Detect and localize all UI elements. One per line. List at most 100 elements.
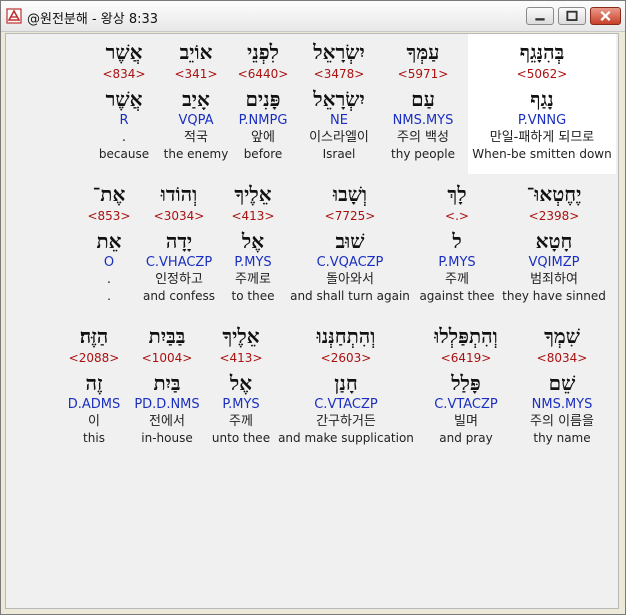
english-gloss: and confess [142,289,216,303]
hebrew-word: וְשָׁבוּ [332,182,368,206]
english-gloss: Israel [322,147,356,161]
hebrew-word: אֵלֶיךָ [222,324,260,348]
english-gloss: in-house [141,431,193,445]
korean-gloss: 앞에 [251,130,275,145]
hebrew-word: אֵלֶיךָ [234,182,272,206]
word-block[interactable]: עַמְּךָ <5971> עַם NMS.MYS 주의 백성 thy peo… [386,38,460,162]
minimize-button[interactable] [526,7,554,25]
morphology-code: C.VQACZP [316,255,384,270]
word-block[interactable]: אֲשֶׁר <834> אֲשֶׁר R . because [94,38,154,162]
korean-gloss: 전에서 [149,414,185,429]
lexical-form: אֶל [229,371,253,395]
word-block[interactable]: אוֹיֵב <341> אָיַב VQPA 적국 the enemy [158,38,234,162]
morphology-code: R [119,113,129,128]
english-gloss: thy name [533,431,591,445]
morphology-code: NMS.MYS [531,397,593,412]
lexical-form: שׁוּב [335,229,365,253]
hebrew-word: אֶת־ [92,182,126,206]
word-block[interactable]: שִׁמְךָ <8034> שֵׁם NMS.MYS 주의 이름을 thy n… [518,322,606,446]
morphology-code: VQPA [178,113,214,128]
english-gloss: and shall turn again [290,289,410,303]
verse-row-3: הַזֶּה׃ <2088> זֶה D.ADMS 이 this בַּבַּי… [6,322,616,462]
strong-number: <413> [231,209,275,223]
strong-number: <6419> [440,351,492,365]
lexical-form: פָּלַל [451,371,481,395]
lexical-form: יָדָה [165,229,193,253]
word-block-selected[interactable]: בְּהִנָּגֵף <5062> נָגַף P.VNNG 만일-패하게 되… [468,38,616,162]
title-bar[interactable]: @원전분해 - 왕상 8:33 [1,1,625,32]
korean-gloss: 적국 [184,130,208,145]
strong-number: <413> [219,351,263,365]
minimize-icon [535,18,545,21]
lexical-form: עַם [411,87,435,111]
english-gloss: before [243,147,283,161]
strong-number: <8034> [536,351,588,365]
word-block[interactable]: בַּבַּיִת <1004> בַּיִת PD.D.NMS 전에서 in-… [130,322,204,446]
korean-gloss: 간구하거든 [316,414,376,429]
lexical-form: זֶה [85,371,103,395]
korean-gloss: 인정하고 [155,272,203,287]
english-gloss: the enemy [163,147,229,161]
morphology-code: P.MYS [438,255,476,270]
hebrew-word: אֲשֶׁר [105,40,143,64]
lexical-form: אֶל [241,229,265,253]
korean-gloss: . [121,130,127,145]
app-window: @원전분해 - 왕상 8:33 אֲשֶׁר <834> אֲשֶׁר R . … [0,0,626,615]
maximize-button[interactable] [558,7,586,25]
lexical-form: אָיַב [182,87,210,111]
hebrew-word: בְּהִנָּגֵף [519,40,565,64]
english-gloss: and pray [439,431,493,445]
strong-number: <1004> [141,351,193,365]
app-logo-icon[interactable] [6,8,22,24]
word-block[interactable]: וְשָׁבוּ <7725> שׁוּב C.VQACZP 돌아와서 and … [288,180,412,304]
strong-number: <3478> [313,67,365,81]
morphology-code: P.MYS [234,255,272,270]
word-block[interactable]: לָךְ <.> ל P.MYS 주께 against thee [414,180,500,304]
lexical-form: שֵׁם [548,371,576,395]
korean-gloss: 주의 이름을 [530,414,594,429]
word-block[interactable]: וְהוֹדוּ <3034> יָדָה C.VHACZP 인정하고 and … [138,180,220,304]
english-gloss: . [107,289,111,303]
close-button[interactable] [590,7,621,25]
word-block[interactable]: יִשְׂרָאֵל <3478> יִשְׂרָאֵל NE 이스라엘이 Is… [296,38,382,162]
english-gloss: thy people [391,147,455,161]
hebrew-word: לָךְ [447,182,467,206]
korean-gloss: . [106,272,112,287]
english-gloss: When-be smitten down [472,147,612,161]
hebrew-word: לִפְנֵי [247,40,279,64]
word-block[interactable]: וְהִתְפַּלְלוּ <6419> פָּלַל C.VTACZP 빌며… [416,322,516,446]
word-block[interactable]: הַזֶּה׃ <2088> זֶה D.ADMS 이 this [62,322,126,446]
hebrew-word: שִׁמְךָ [544,324,580,348]
morphology-code: D.ADMS [67,397,121,412]
korean-gloss: 이 [88,414,100,429]
english-gloss: because [98,147,150,161]
word-block[interactable]: לִפְנֵי <6440> פָּנִים P.NMPG 앞에 before [234,38,292,162]
morphology-code: C.VHACZP [145,255,213,270]
strong-number: <6440> [237,67,289,81]
hebrew-word: הַזֶּה׃ [79,324,109,348]
word-block[interactable]: וְהִתְחַנְּנוּ <2603> חָנַן C.VTACZP 간구하… [278,322,414,446]
english-gloss: unto thee [211,431,271,445]
korean-gloss: 이스라엘이 [309,130,369,145]
hebrew-word: וְהִתְפַּלְלוּ [434,324,498,348]
word-block[interactable]: אֵלֶיךָ <413> אֶל P.MYS 주께로 to thee [224,180,282,304]
word-block[interactable]: אֶת־ <853> אֵת O . . [84,180,134,304]
english-gloss: this [83,431,105,445]
verse-row-1: אֲשֶׁר <834> אֲשֶׁר R . because אוֹיֵב <… [6,38,616,178]
verse-row-2: אֶת־ <853> אֵת O . . וְהוֹדוּ <3034> יָד… [6,180,616,320]
morphology-code: NMS.MYS [392,113,454,128]
english-gloss: against thee [419,289,495,303]
word-block[interactable]: יֶחֶטְאוּ־ <2398> חָטָא VQIMZP 범죄하여 they… [502,180,606,304]
strong-number: <2088> [68,351,120,365]
close-icon [600,10,611,21]
hebrew-word: אוֹיֵב [179,40,213,64]
lexical-form: חָנַן [334,371,358,395]
hebrew-word: יֶחֶטְאוּ־ [526,182,582,206]
english-gloss: they have sinned [502,289,606,303]
korean-gloss: 주께 [445,272,469,287]
word-block[interactable]: אֵלֶיךָ <413> אֶל P.MYS 주께 unto thee [208,322,274,446]
morphology-code: NE [330,113,348,128]
english-gloss: and make supplication [278,431,414,445]
strong-number: <5062> [516,67,568,81]
korean-gloss: 주께로 [235,272,271,287]
